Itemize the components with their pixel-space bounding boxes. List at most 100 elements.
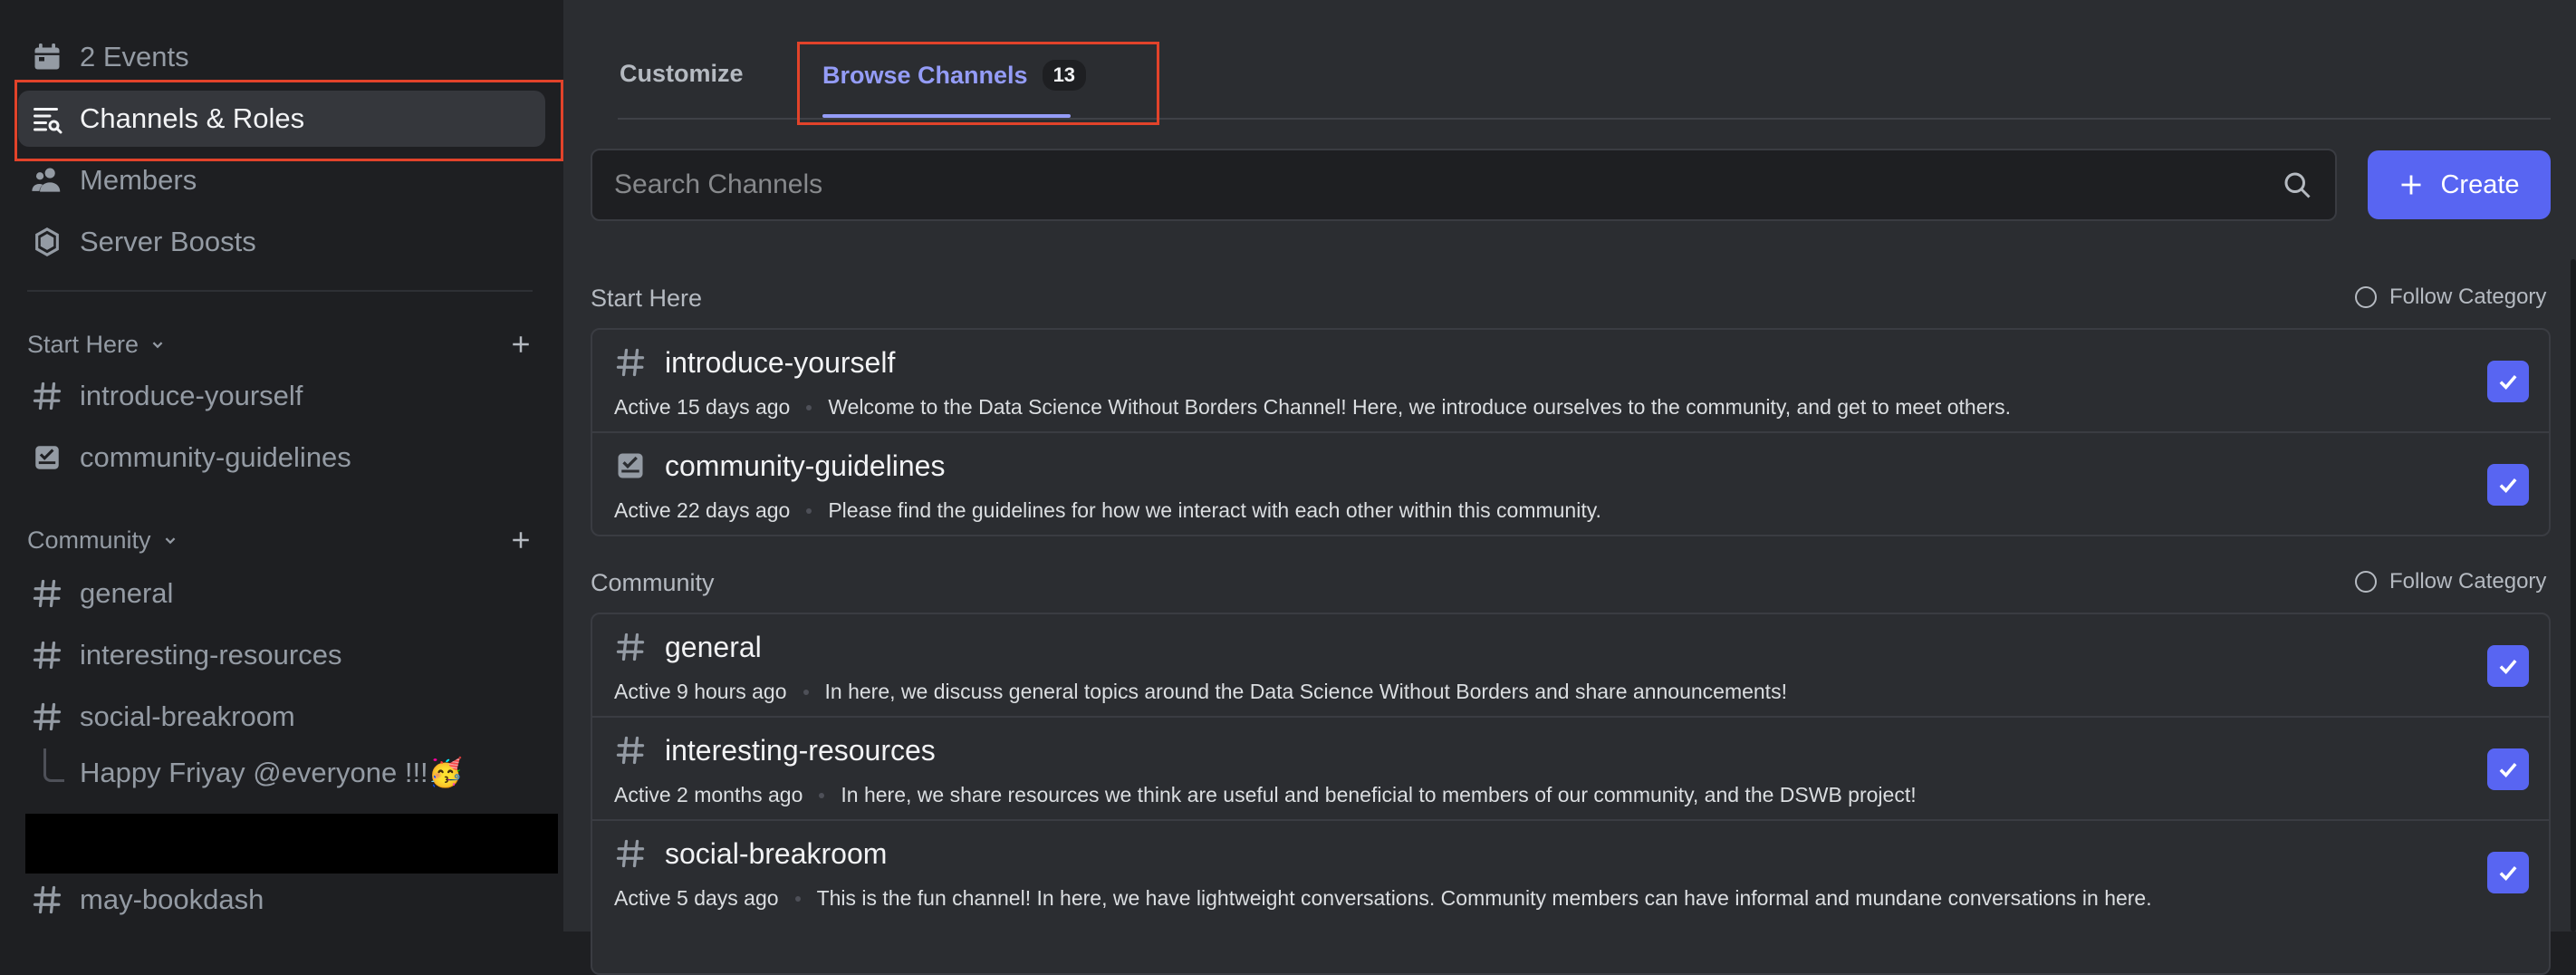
follow-label: Follow Category	[2389, 569, 2547, 594]
sidebar-item-label: Members	[80, 164, 197, 196]
redacted-block	[25, 814, 558, 874]
channel-label: may-bookdash	[80, 883, 264, 915]
add-channel-icon[interactable]	[507, 331, 534, 358]
sidebar-channel-may-bookdash[interactable]: may-bookdash	[18, 872, 545, 928]
sidebar-channel-community-guidelines[interactable]: community-guidelines	[18, 430, 545, 486]
category-name: Community	[27, 526, 151, 554]
hashtag-icon	[27, 574, 67, 613]
boost-icon	[27, 222, 67, 262]
channel-checkbox[interactable]	[2487, 645, 2529, 687]
channel-name: general	[665, 631, 762, 663]
channel-row-social-breakroom[interactable]: social-breakroom Active 5 days ago This …	[592, 821, 2549, 924]
search-input[interactable]	[592, 169, 2281, 201]
sidebar-item-members[interactable]: Members	[18, 152, 545, 208]
sidebar-divider	[27, 290, 533, 292]
channel-activity: Active 5 days ago	[614, 886, 779, 910]
tab-label: Customize	[620, 60, 744, 87]
channel-row-introduce-yourself[interactable]: introduce-yourself Active 15 days ago We…	[592, 330, 2549, 433]
channel-name: community-guidelines	[665, 449, 946, 482]
follow-category-start-here[interactable]: Follow Category	[2355, 285, 2546, 310]
channel-meta: Active 2 months ago In here, we share re…	[614, 783, 1917, 807]
channel-row-community-guidelines[interactable]: community-guidelines Active 22 days ago …	[592, 433, 2549, 535]
channel-checkbox[interactable]	[2487, 748, 2529, 790]
channel-activity: Active 2 months ago	[614, 783, 803, 806]
hashtag-icon	[616, 839, 645, 868]
create-button[interactable]: Create	[2368, 150, 2551, 219]
section-title-start-here: Start Here	[591, 285, 703, 312]
channel-description: In here, we share resources we think are…	[841, 783, 1917, 806]
hashtag-icon	[616, 348, 645, 377]
checkmark-icon	[2499, 660, 2517, 674]
radio-icon	[2355, 286, 2377, 308]
channel-list-community: general Active 9 hours ago In here, we d…	[591, 613, 2551, 975]
channel-activity: Active 9 hours ago	[614, 680, 787, 703]
sidebar-channel-general[interactable]: general	[18, 565, 545, 622]
tab-browse-channels[interactable]: Browse Channels 13	[822, 60, 1087, 91]
channel-activity: Active 15 days ago	[614, 395, 791, 419]
category-header-start-here[interactable]: Start Here	[27, 326, 534, 362]
channel-checkbox[interactable]	[2487, 464, 2529, 506]
search-bar	[591, 149, 2337, 221]
tab-label: Browse Channels	[822, 61, 1028, 89]
sidebar-item-label: 2 Events	[80, 41, 189, 72]
channel-description: This is the fun channel! In here, we hav…	[816, 886, 2152, 910]
sidebar-thread-item[interactable]: Happy Friyay @everyone !!!🥳	[80, 756, 463, 789]
channel-description: In here, we discuss general topics aroun…	[824, 680, 1787, 703]
category-header-community[interactable]: Community	[27, 522, 534, 558]
separator-dot	[794, 895, 801, 902]
chevron-down-icon	[152, 342, 163, 349]
rules-icon	[618, 453, 643, 478]
channel-row-interesting-resources[interactable]: interesting-resources Active 2 months ag…	[592, 718, 2549, 821]
separator-dot	[806, 404, 812, 410]
channel-label: social-breakroom	[80, 700, 295, 732]
channel-list-start-here: introduce-yourself Active 15 days ago We…	[591, 328, 2551, 536]
thread-connector	[43, 748, 64, 782]
search-icon[interactable]	[2281, 169, 2313, 201]
sidebar-item-events[interactable]: 2 Events	[18, 29, 545, 85]
hashtag-icon	[27, 376, 67, 416]
separator-dot	[806, 507, 812, 514]
channel-activity: Active 22 days ago	[614, 498, 791, 522]
channel-name: social-breakroom	[665, 837, 888, 870]
checkmark-icon	[2499, 866, 2517, 881]
hashtag-icon	[27, 880, 67, 920]
channel-meta: Active 9 hours ago In here, we discuss g…	[614, 680, 1787, 704]
tab-customize[interactable]: Customize	[620, 60, 744, 88]
category-name: Start Here	[27, 330, 139, 358]
add-channel-icon[interactable]	[507, 526, 534, 554]
channel-meta: Active 5 days ago This is the fun channe…	[614, 886, 2152, 911]
channel-name: interesting-resources	[665, 734, 936, 767]
hashtag-icon	[616, 736, 645, 765]
calendar-icon	[27, 37, 67, 77]
sidebar-channel-interesting-resources[interactable]: interesting-resources	[18, 627, 545, 683]
chevron-down-icon	[165, 537, 175, 545]
scrollbar[interactable]	[2571, 259, 2576, 932]
sidebar-item-channels-roles[interactable]: Channels & Roles	[18, 91, 545, 147]
follow-category-community[interactable]: Follow Category	[2355, 569, 2546, 594]
separator-dot	[819, 792, 825, 798]
channel-meta: Active 15 days ago Welcome to the Data S…	[614, 395, 2011, 420]
channel-label: community-guidelines	[80, 441, 351, 473]
follow-label: Follow Category	[2389, 285, 2547, 309]
create-label: Create	[2440, 169, 2520, 199]
radio-icon	[2355, 571, 2377, 593]
channel-label: introduce-yourself	[80, 380, 303, 411]
checkmark-icon	[2499, 375, 2517, 390]
sidebar-item-server-boosts[interactable]: Server Boosts	[18, 214, 545, 270]
server-sidebar: 2 Events Channels & Roles Members Server…	[0, 0, 562, 932]
section-title-community: Community	[591, 569, 715, 596]
channel-checkbox[interactable]	[2487, 361, 2529, 402]
hashtag-icon	[27, 697, 67, 737]
sidebar-channel-social-breakroom[interactable]: social-breakroom	[18, 689, 545, 745]
rules-icon	[27, 438, 67, 478]
sidebar-item-label: Channels & Roles	[80, 102, 305, 134]
channel-description: Welcome to the Data Science Without Bord…	[828, 395, 2012, 419]
tabs-divider	[618, 118, 2551, 120]
channel-meta: Active 22 days ago Please find the guide…	[614, 498, 1601, 523]
channel-checkbox[interactable]	[2487, 852, 2529, 893]
hashtag-icon	[616, 632, 645, 661]
checkmark-icon	[2499, 763, 2517, 777]
sidebar-channel-introduce-yourself[interactable]: introduce-yourself	[18, 368, 545, 424]
channel-count-badge: 13	[1042, 60, 1087, 91]
channel-row-general[interactable]: general Active 9 hours ago In here, we d…	[592, 614, 2549, 718]
